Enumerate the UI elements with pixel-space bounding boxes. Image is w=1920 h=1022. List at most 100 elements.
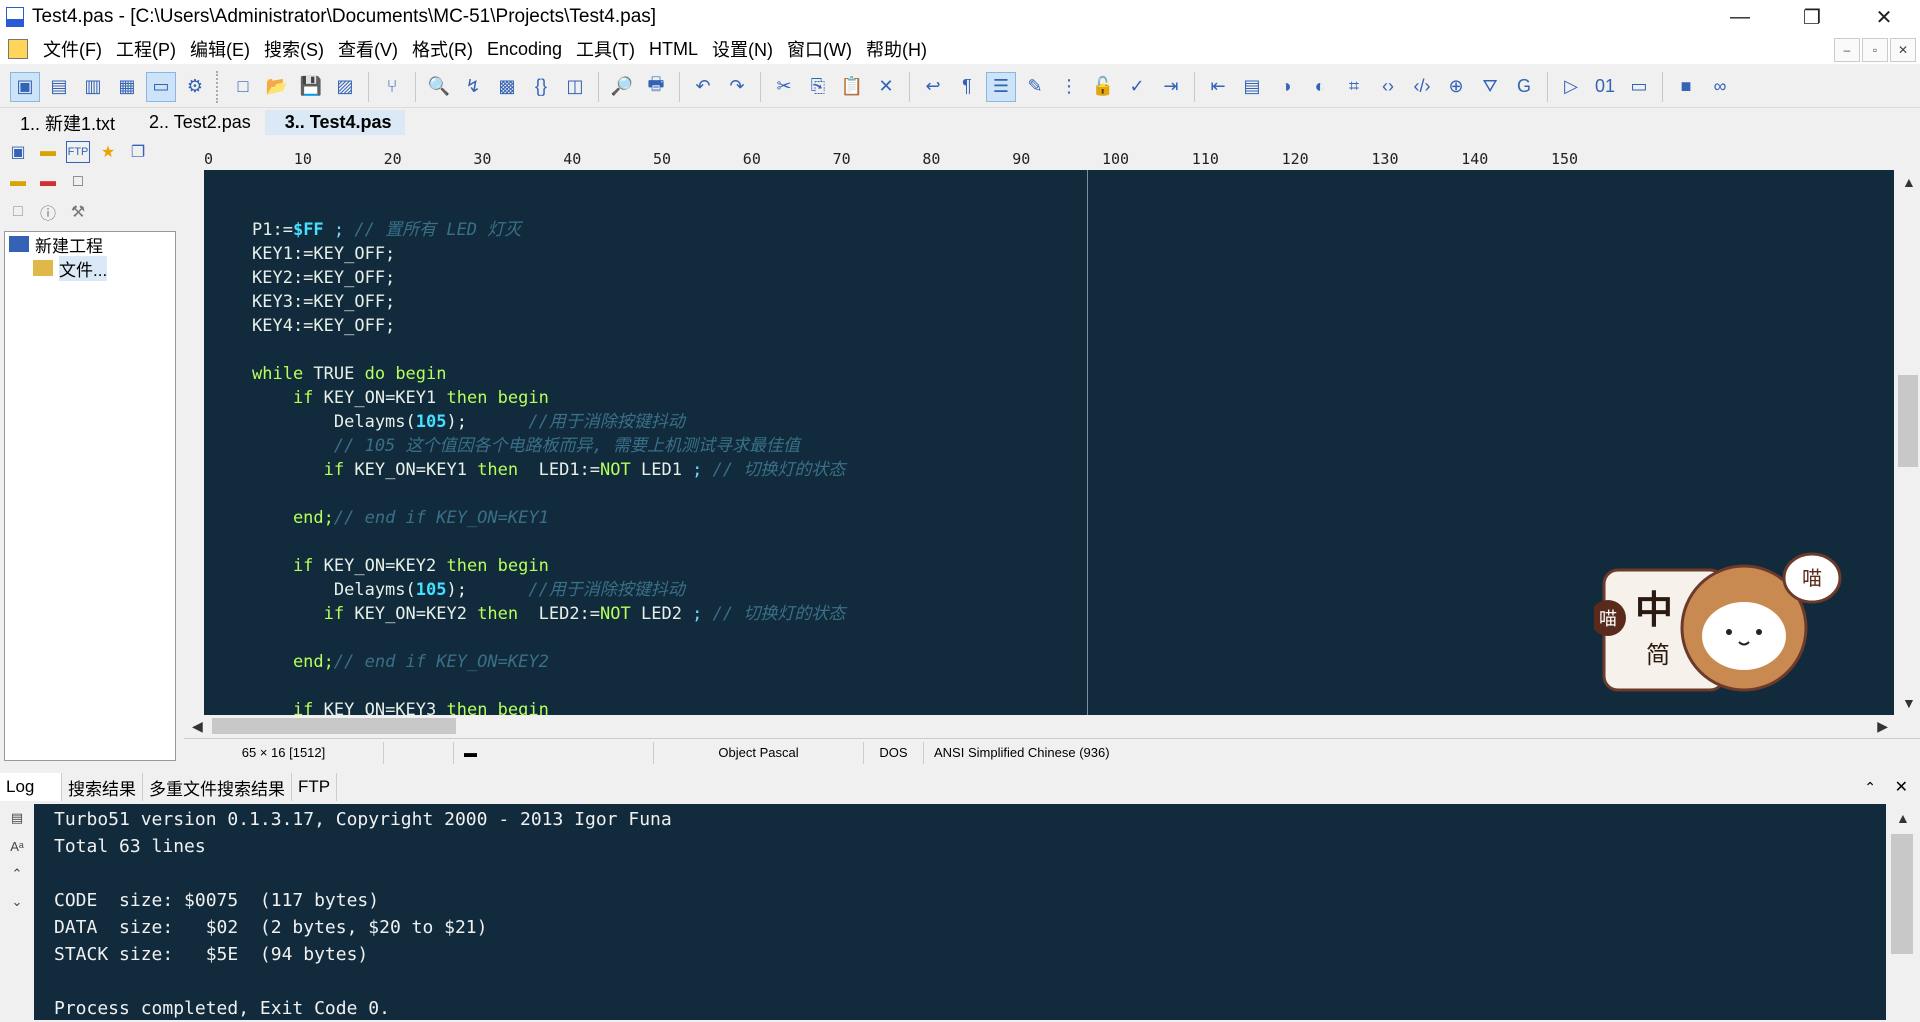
folder-view-icon[interactable]: ▬: [36, 141, 60, 163]
line-numbers-icon[interactable]: ☰: [986, 71, 1016, 102]
word-wrap-icon[interactable]: ↩: [918, 72, 948, 102]
favorites-icon[interactable]: ★: [96, 141, 120, 163]
close-panel-icon[interactable]: ✕: [1895, 777, 1908, 797]
remove-file-icon[interactable]: □: [6, 201, 30, 223]
project-settings-icon[interactable]: ⚙: [180, 72, 210, 102]
code-line[interactable]: KEY1:=KEY_OFF;: [204, 242, 1894, 266]
collapse-panel-icon[interactable]: ⌃: [1864, 779, 1876, 796]
show-invisibles-icon[interactable]: ¶: [952, 72, 982, 102]
undo-icon[interactable]: ↶: [688, 72, 718, 102]
scroll-down-icon[interactable]: ▼: [1902, 695, 1916, 711]
code-line[interactable]: if KEY_ON=KEY1 then begin: [204, 386, 1894, 410]
info-icon[interactable]: ⓘ: [36, 201, 60, 223]
code-line[interactable]: KEY2:=KEY_OFF;: [204, 266, 1894, 290]
language-mode[interactable]: Object Pascal: [654, 741, 864, 764]
line-ending[interactable]: DOS: [864, 741, 924, 764]
tab-new1[interactable]: 1.. 新建1.txt: [0, 110, 129, 135]
windows-icon[interactable]: ❐: [126, 141, 150, 163]
menu-format[interactable]: 格式(R): [405, 36, 480, 62]
html-text-icon[interactable]: ⌗: [1339, 72, 1369, 102]
filter-icon[interactable]: ⛛: [1475, 72, 1505, 102]
code-line[interactable]: while TRUE do begin: [204, 362, 1894, 386]
paste-icon[interactable]: 📋: [837, 72, 867, 102]
format-icon[interactable]: ▤: [1237, 72, 1267, 102]
log-document-icon[interactable]: ▤: [0, 804, 34, 832]
code-editor[interactable]: P1:=$FF ; // 置所有 LED 灯灭 KEY1:=KEY_OFF; KEY…: [204, 170, 1894, 715]
code-line[interactable]: Delayms(105); //用于消除按键抖动: [204, 410, 1894, 434]
save-file-icon[interactable]: 💾: [296, 72, 326, 102]
log-vertical-scrollbar[interactable]: ▲: [1888, 804, 1916, 1020]
menu-settings[interactable]: 设置(N): [705, 36, 780, 62]
goto-icon[interactable]: {}: [526, 72, 556, 102]
mdi-close-button[interactable]: ✕: [1890, 38, 1916, 62]
indent-icon[interactable]: ⇤: [1203, 72, 1233, 102]
mdi-minimize-button[interactable]: –: [1834, 38, 1860, 62]
scroll-thumb[interactable]: [1898, 375, 1918, 467]
add-file-icon[interactable]: □: [66, 171, 90, 193]
code-line[interactable]: if KEY_ON=KEY1 then LED1:=NOT LED1 ; // …: [204, 458, 1894, 482]
tab-test2[interactable]: 2.. Test2.pas: [129, 110, 265, 135]
find-icon[interactable]: 🔍: [424, 72, 454, 102]
editor-horizontal-scrollbar[interactable]: ◀ ▶: [184, 715, 1896, 737]
find-in-files-icon[interactable]: ▩: [492, 72, 522, 102]
highlight-icon[interactable]: ✎: [1020, 72, 1050, 102]
log-icon[interactable]: ▭: [146, 71, 176, 102]
log-scroll-up-icon[interactable]: ▲: [1896, 810, 1910, 826]
remove-folder-icon[interactable]: ▬: [36, 171, 60, 193]
column-mode-icon[interactable]: ⋮: [1054, 72, 1084, 102]
menu-tools[interactable]: 工具(T): [569, 36, 642, 62]
print-icon[interactable]: 🖶: [641, 72, 671, 102]
color-icon[interactable]: ◑: [1271, 72, 1301, 102]
google-icon[interactable]: G: [1509, 72, 1539, 102]
open-project-icon[interactable]: ▤: [44, 72, 74, 102]
tab-multi-search-results[interactable]: 多重文件搜索结果: [143, 773, 292, 801]
redo-icon[interactable]: ↷: [722, 72, 752, 102]
menu-window[interactable]: 窗口(W): [780, 36, 859, 62]
tab-search-results[interactable]: 搜索结果: [62, 773, 143, 801]
stop-record-icon[interactable]: ■: [1671, 72, 1701, 102]
add-folder-icon[interactable]: ▬: [6, 171, 30, 193]
preview-icon[interactable]: 🔎: [607, 72, 637, 102]
project-view-icon[interactable]: ▣: [6, 141, 30, 163]
open-file-icon[interactable]: 📂: [262, 72, 292, 102]
tag-icon[interactable]: ‹›: [1373, 72, 1403, 102]
save-project-icon[interactable]: ▥: [78, 72, 108, 102]
menu-html[interactable]: HTML: [642, 39, 705, 60]
lock-icon[interactable]: 🔓: [1088, 72, 1118, 102]
file-encoding[interactable]: ANSI Simplified Chinese (936): [924, 742, 1120, 764]
editor-vertical-scrollbar[interactable]: ▲ ▼: [1896, 170, 1920, 715]
function-list-icon[interactable]: ⑂: [377, 72, 407, 102]
delete-icon[interactable]: ✕: [871, 72, 901, 102]
binary-icon[interactable]: 01: [1590, 72, 1620, 102]
log-output[interactable]: Turbo51 version 0.1.3.17, Copyright 2000…: [34, 804, 1886, 1020]
palette-icon[interactable]: ◐: [1305, 72, 1335, 102]
log-up-icon[interactable]: ⌃: [0, 860, 34, 888]
mdi-restore-button[interactable]: ▫: [1862, 38, 1888, 62]
scroll-up-icon[interactable]: ▲: [1902, 174, 1916, 190]
code-line[interactable]: P1:=$FF ; // 置所有 LED 灯灭: [204, 218, 1894, 242]
code-line[interactable]: KEY3:=KEY_OFF;: [204, 290, 1894, 314]
code-line[interactable]: // 105 这个值因各个电路板而异, 需要上机测试寻求最佳值: [204, 434, 1894, 458]
save-all-icon[interactable]: ▨: [330, 72, 360, 102]
menu-help[interactable]: 帮助(H): [859, 36, 934, 62]
tools-icon[interactable]: ⚒: [66, 201, 90, 223]
maximize-button[interactable]: ❐: [1776, 0, 1848, 34]
copy-icon[interactable]: ⎘: [803, 72, 833, 102]
menu-search[interactable]: 搜索(S): [257, 36, 331, 62]
web-icon[interactable]: ⊕: [1441, 72, 1471, 102]
tab-test4[interactable]: 3.. Test4.pas: [264, 110, 406, 135]
new-project-icon[interactable]: ▣: [10, 71, 40, 102]
glasses-icon[interactable]: ∞: [1705, 72, 1735, 102]
log-font-icon[interactable]: Aᵃ: [0, 832, 34, 860]
code-line[interactable]: end;// end if KEY_ON=KEY1: [204, 506, 1894, 530]
menu-view[interactable]: 查看(V): [331, 36, 405, 62]
menu-encoding[interactable]: Encoding: [480, 39, 569, 60]
pin-icon[interactable]: ⇥: [1156, 72, 1186, 102]
menu-project[interactable]: 工程(P): [109, 36, 183, 62]
scroll-right-icon[interactable]: ▶: [1877, 718, 1888, 735]
code-line[interactable]: KEY4:=KEY_OFF;: [204, 314, 1894, 338]
new-file-icon[interactable]: □: [228, 72, 258, 102]
tab-log[interactable]: Log: [0, 773, 62, 801]
tree-files-node[interactable]: 文件...: [5, 255, 175, 281]
log-scroll-thumb[interactable]: [1891, 834, 1913, 954]
